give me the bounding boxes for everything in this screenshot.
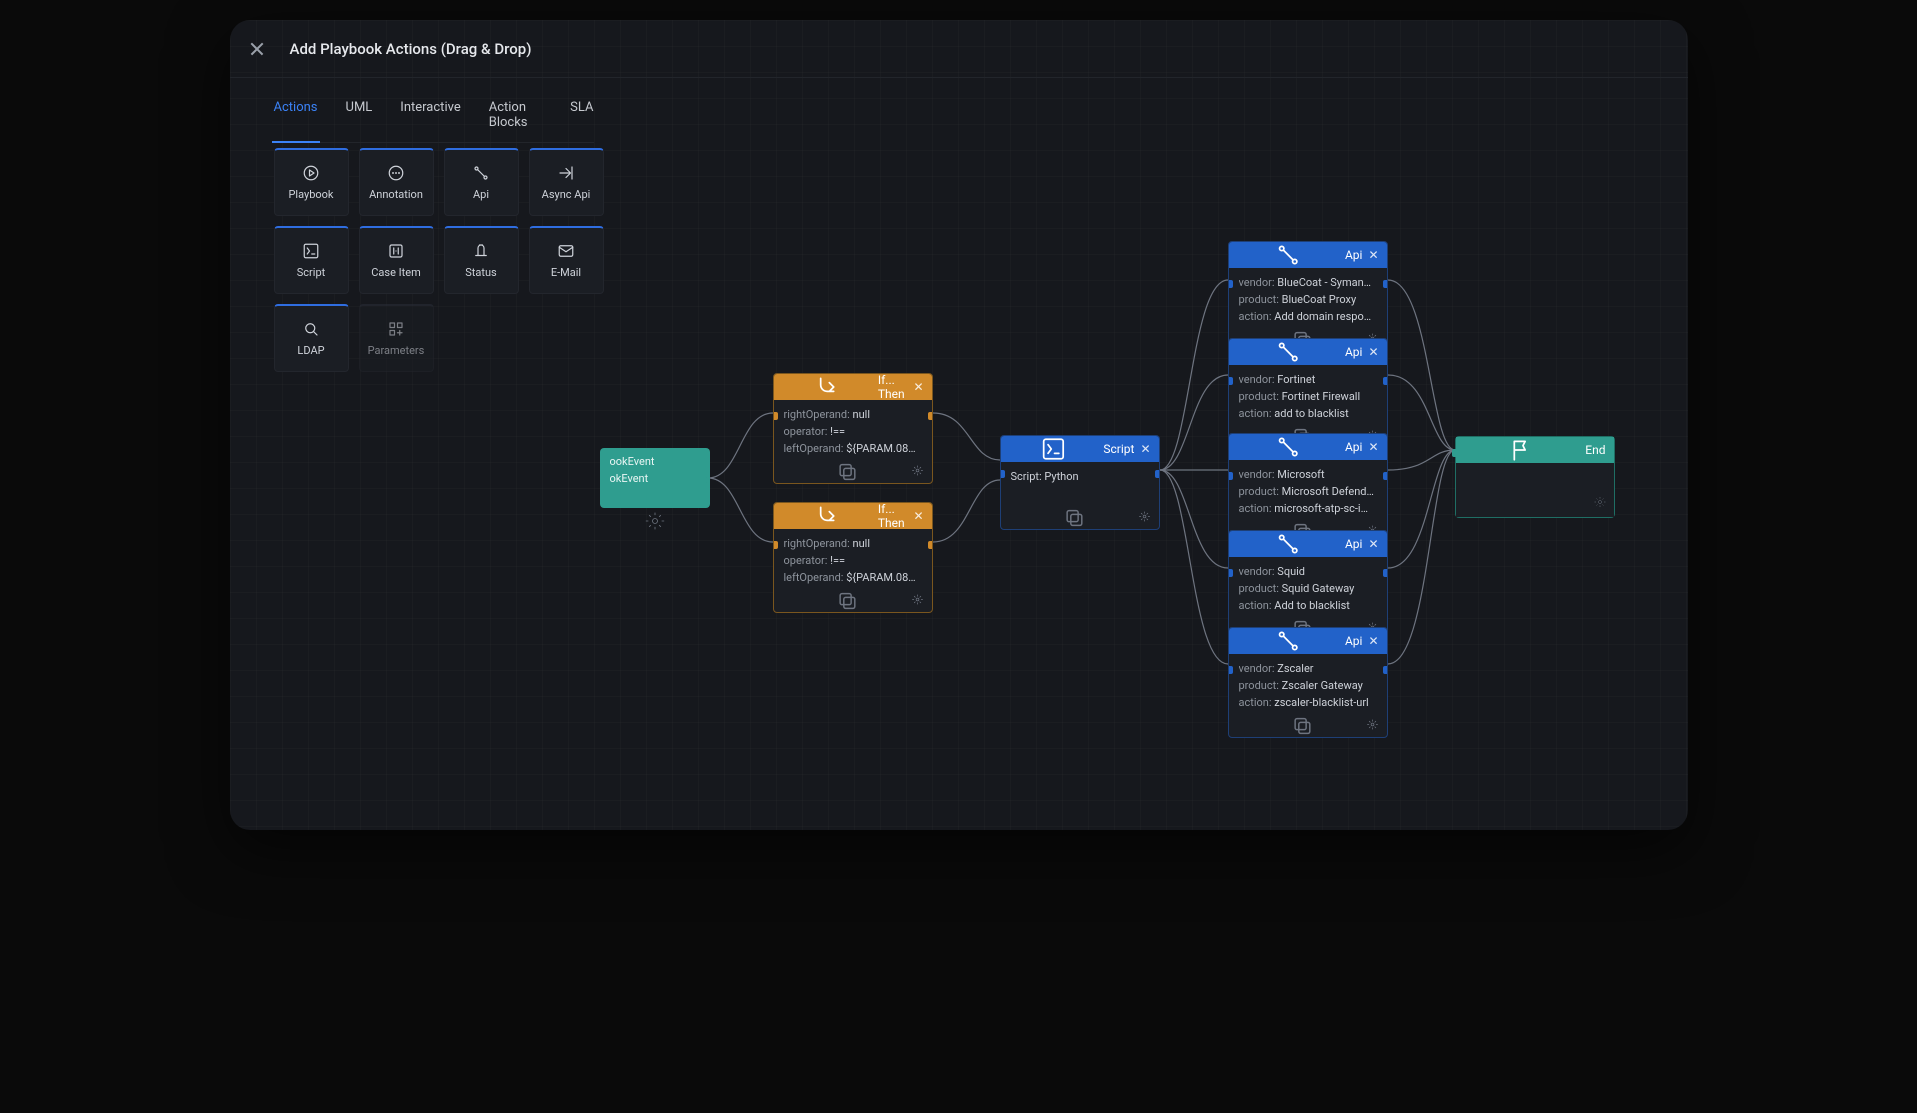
close-icon[interactable]: ✕: [1368, 537, 1378, 551]
gear-icon[interactable]: [912, 465, 923, 479]
script-icon: [302, 242, 320, 260]
node-port[interactable]: [1228, 472, 1233, 480]
tab-interactive[interactable]: Interactive: [400, 100, 460, 130]
tab-uml[interactable]: UML: [346, 100, 373, 130]
tab-sla[interactable]: SLA: [570, 100, 593, 130]
node-end[interactable]: End: [1455, 436, 1615, 518]
gear-icon[interactable]: [1367, 719, 1378, 733]
api-icon: [1237, 242, 1339, 268]
api-icon: [1237, 339, 1339, 365]
api-icon: [472, 164, 490, 182]
node-port[interactable]: [706, 476, 710, 484]
close-icon[interactable]: ✕: [1368, 345, 1378, 359]
node-start-event[interactable]: ookEvent okEvent: [600, 448, 710, 508]
palette-annotation[interactable]: Annotation: [359, 148, 434, 216]
palette-playbook[interactable]: Playbook: [274, 148, 349, 216]
node-port[interactable]: [1228, 666, 1233, 674]
node-port[interactable]: [1383, 472, 1388, 480]
close-icon[interactable]: ✕: [1368, 248, 1378, 262]
node-port[interactable]: [773, 412, 778, 420]
node-api-squid[interactable]: Api✕ vendor: Squid product: Squid Gatewa…: [1228, 530, 1388, 641]
node-port[interactable]: [928, 412, 933, 420]
node-start-cog[interactable]: [600, 511, 710, 531]
node-port[interactable]: [1000, 470, 1005, 478]
close-icon[interactable]: ✕: [913, 509, 923, 523]
close-icon[interactable]: ✕: [1368, 634, 1378, 648]
close-icon[interactable]: ✕: [913, 380, 923, 394]
node-port[interactable]: [1155, 470, 1160, 478]
tab-bar: Actions UML Interactive Action Blocks SL…: [274, 100, 594, 143]
palette-parameters: Parameters: [359, 304, 434, 372]
window: Add Playbook Actions (Drag & Drop) Actio…: [230, 20, 1688, 830]
palette-case-item[interactable]: Case Item: [359, 226, 434, 294]
palette-email[interactable]: E-Mail: [529, 226, 604, 294]
palette-script[interactable]: Script: [274, 226, 349, 294]
mail-icon: [557, 242, 575, 260]
ldap-icon: [302, 320, 320, 338]
palette-ldap[interactable]: LDAP: [274, 304, 349, 372]
async-api-icon: [557, 164, 575, 182]
topbar: Add Playbook Actions (Drag & Drop): [230, 20, 1688, 78]
gear-icon[interactable]: [1139, 511, 1150, 525]
api-icon: [1237, 434, 1339, 460]
branch-icon: [782, 374, 872, 400]
node-if-then-1[interactable]: If... Then✕ rightOperand: null operator:…: [773, 373, 933, 484]
node-api-microsoft[interactable]: Api✕ vendor: Microsoft product: Microsof…: [1228, 433, 1388, 544]
node-port[interactable]: [1452, 449, 1460, 457]
copy-icon[interactable]: [782, 590, 913, 612]
tab-actions[interactable]: Actions: [274, 100, 318, 130]
node-api-bluecoat[interactable]: Api✕ vendor: BlueCoat - Syman… product: …: [1228, 241, 1388, 352]
gear-icon[interactable]: [912, 594, 923, 608]
close-icon[interactable]: ✕: [1368, 440, 1378, 454]
palette-api[interactable]: Api: [444, 148, 519, 216]
script-icon: [1009, 436, 1098, 462]
node-script[interactable]: Script✕ Script: Python: [1000, 435, 1160, 530]
copy-icon[interactable]: [1009, 507, 1140, 529]
play-icon: [302, 164, 320, 182]
node-port[interactable]: [1383, 377, 1388, 385]
api-icon: [1237, 628, 1339, 654]
node-port[interactable]: [773, 541, 778, 549]
node-port[interactable]: [1228, 280, 1233, 288]
palette-status[interactable]: Status: [444, 226, 519, 294]
palette-async-api[interactable]: Async Api: [529, 148, 604, 216]
case-item-icon: [387, 242, 405, 260]
node-port[interactable]: [928, 541, 933, 549]
copy-icon[interactable]: [782, 461, 913, 483]
copy-icon[interactable]: [1237, 715, 1368, 737]
action-palette: Playbook Annotation Api Async Api Script…: [274, 148, 604, 372]
annotation-icon: [387, 164, 405, 182]
node-port[interactable]: [1383, 569, 1388, 577]
branch-icon: [782, 503, 872, 529]
node-api-zscaler[interactable]: Api✕ vendor: Zscaler product: Zscaler Ga…: [1228, 627, 1388, 738]
status-icon: [472, 242, 490, 260]
close-icon[interactable]: ✕: [1140, 442, 1150, 456]
parameters-icon: [387, 320, 405, 338]
page-title: Add Playbook Actions (Drag & Drop): [290, 40, 532, 58]
node-port[interactable]: [1228, 377, 1233, 385]
gear-icon[interactable]: [1594, 496, 1606, 511]
node-port[interactable]: [1228, 569, 1233, 577]
tab-action-blocks[interactable]: Action Blocks: [489, 100, 542, 130]
node-port[interactable]: [1383, 280, 1388, 288]
api-icon: [1237, 531, 1339, 557]
node-if-then-2[interactable]: If... Then✕ rightOperand: null operator:…: [773, 502, 933, 613]
close-icon[interactable]: [248, 40, 266, 58]
node-port[interactable]: [1383, 666, 1388, 674]
flag-icon: [1464, 437, 1580, 463]
